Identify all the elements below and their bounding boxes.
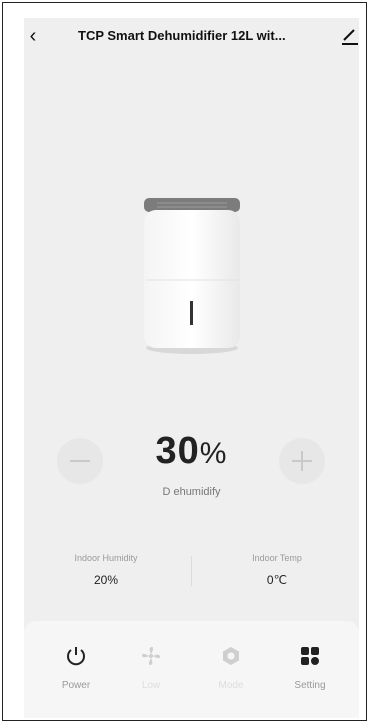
- app-screen: ‹ TCP Smart Dehumidifier 12L wit... 30% …: [24, 18, 359, 718]
- fan-icon: [142, 647, 160, 665]
- tab-power[interactable]: Power: [41, 643, 111, 691]
- tab-mode[interactable]: Mode: [196, 643, 266, 691]
- indoor-humidity: Indoor Humidity 20%: [26, 553, 186, 587]
- tab-label: Setting: [294, 680, 326, 691]
- humidity-control: 30% D ehumidify: [24, 428, 359, 508]
- humidity-unit: %: [199, 437, 228, 470]
- increase-button[interactable]: [279, 438, 325, 484]
- humidity-value: 30: [155, 430, 200, 472]
- dehumidifier-image: [143, 196, 241, 354]
- header: ‹ TCP Smart Dehumidifier 12L wit...: [24, 18, 359, 56]
- page-title: TCP Smart Dehumidifier 12L wit...: [78, 28, 286, 43]
- stat-value: 20%: [93, 573, 119, 587]
- tab-label: Mode: [218, 680, 244, 691]
- grid-icon: [301, 647, 319, 665]
- pencil-icon: [342, 29, 358, 45]
- phone-frame: ‹ TCP Smart Dehumidifier 12L wit... 30% …: [2, 2, 367, 721]
- tab-label: Power: [61, 680, 91, 691]
- indoor-temp: Indoor Temp 0℃: [197, 553, 357, 587]
- tab-setting[interactable]: Setting: [275, 643, 345, 691]
- bottom-bar: Power Low Mode Setting: [24, 621, 359, 718]
- mode-label: D ehumidify: [162, 486, 221, 498]
- tab-low[interactable]: Low: [116, 643, 186, 691]
- stats-divider: [191, 556, 192, 586]
- power-icon: [67, 647, 85, 666]
- tab-label: Low: [141, 680, 161, 691]
- stat-value: 0℃: [266, 573, 288, 587]
- edit-button[interactable]: [341, 26, 359, 46]
- mode-icon: [223, 647, 239, 665]
- stat-label: Indoor Humidity: [74, 553, 138, 563]
- stat-label: Indoor Temp: [252, 553, 302, 563]
- back-button[interactable]: ‹: [24, 24, 42, 48]
